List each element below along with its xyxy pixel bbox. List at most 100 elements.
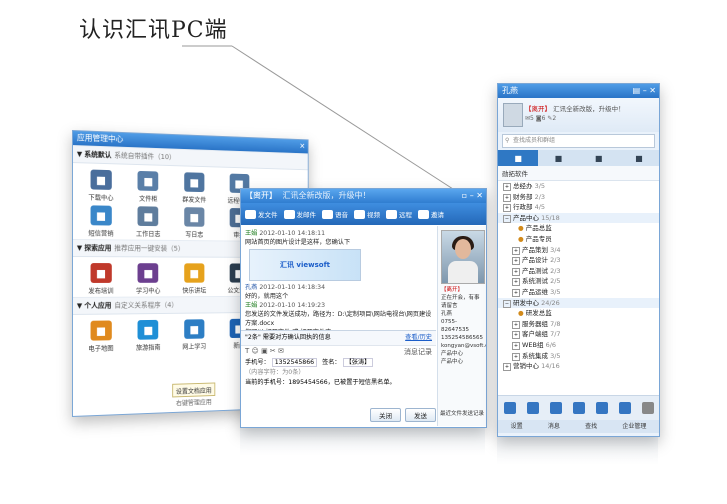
toolbar-button[interactable]: 远程: [386, 209, 412, 219]
expand-icon[interactable]: −: [503, 299, 511, 308]
contact-member[interactable]: ● 产品专员: [498, 234, 659, 245]
contacts-titlebar[interactable]: 孔燕 ▤ – ✕: [498, 84, 659, 98]
expand-icon[interactable]: +: [512, 288, 520, 297]
window-controls-icon[interactable]: ▫ – ✕: [462, 189, 483, 203]
tooltip-sub: 右键管理应用: [175, 397, 212, 408]
expand-icon[interactable]: +: [503, 204, 511, 213]
expand-icon[interactable]: +: [512, 331, 520, 340]
bottom-bar-item[interactable]: 查找: [585, 420, 597, 433]
app-item[interactable]: ■ 旅游指南: [125, 319, 172, 352]
app-item[interactable]: ■ 短信营销: [77, 205, 125, 237]
contact-group[interactable]: + 财务部 2/3: [498, 192, 659, 203]
my-signature[interactable]: 汇讯全新改版，升级中！: [553, 105, 625, 113]
sms-icon[interactable]: ✉: [278, 347, 284, 355]
app-item[interactable]: ■ 下载中心: [77, 169, 125, 202]
bottom-bar-item[interactable]: 企业管理: [622, 420, 646, 433]
contact-group[interactable]: + 系统测试 2/5: [498, 276, 659, 287]
expand-icon[interactable]: +: [503, 363, 511, 372]
expand-icon[interactable]: +: [512, 278, 520, 287]
close-button[interactable]: 关闭: [370, 408, 401, 422]
contact-group[interactable]: + 产品设计 2/3: [498, 255, 659, 266]
app-dock-icon[interactable]: [572, 402, 585, 414]
contact-group[interactable]: + WEB组 6/6: [498, 340, 659, 351]
app-item[interactable]: ■ 工作日志: [125, 206, 172, 238]
expand-icon[interactable]: +: [512, 352, 520, 361]
contact-group[interactable]: + 行政部 4/5: [498, 202, 659, 213]
chat-titlebar[interactable]: 【离开】 汇讯全新改版，升级中！ ▫ – ✕: [241, 189, 486, 203]
contact-group[interactable]: + 产品策划 3/4: [498, 245, 659, 256]
person-icon: ●: [518, 234, 524, 243]
contact-group[interactable]: + 服务器组 7/8: [498, 319, 659, 330]
expand-icon[interactable]: +: [503, 193, 511, 202]
contact-group[interactable]: − 产品中心 15/18: [498, 212, 659, 224]
message-icon[interactable]: ■: [619, 150, 659, 166]
search-input[interactable]: ⚲ 查找成员和群组: [502, 134, 655, 148]
phone-input[interactable]: 1352545866: [271, 358, 318, 367]
contact-group[interactable]: + 产品运维 3/5: [498, 287, 659, 298]
expand-icon[interactable]: +: [512, 257, 520, 266]
contact-tree: + 总经办 3/5 + 财务部 2/3 + 行政部 4/5− 产品中心 15/18 ● 产品总…: [498, 181, 659, 395]
bottom-bar-item[interactable]: 消息: [548, 420, 560, 433]
contact-group[interactable]: + 客户端组 7/7: [498, 329, 659, 340]
profile-phone: 0755-82647535: [441, 319, 469, 333]
sms-panel: "2条" 需要对方确认回执的信息 查看/历史: [241, 330, 436, 345]
sms-history-link[interactable]: 查看/历史: [405, 333, 432, 343]
avatar[interactable]: [503, 103, 523, 127]
app-item[interactable]: ■ 快乐讲坛: [171, 263, 216, 294]
message-header: 孔燕 2012-01-10 14:18:34: [245, 284, 326, 291]
contact-group[interactable]: − 研发中心 24/26: [498, 297, 659, 309]
image-icon[interactable]: ▣: [261, 347, 268, 355]
app-dock-icon[interactable]: [526, 402, 539, 414]
contact-group[interactable]: + 营销中心 14/16: [498, 361, 659, 372]
history-button[interactable]: 消息记录: [404, 347, 432, 357]
app-item[interactable]: ■ 文件柜: [125, 170, 172, 203]
contact-tabs: ■ ■ ■ ■: [498, 150, 659, 166]
toolbar-icon: [283, 209, 295, 219]
recent-files-link[interactable]: 最近文件发送记录: [440, 410, 484, 418]
bottom-bar-item[interactable]: 设置: [511, 420, 523, 433]
toolbar-button[interactable]: 发邮件: [283, 209, 316, 219]
message-image[interactable]: 汇讯 viewsoft: [249, 249, 361, 281]
group-icon[interactable]: ■: [538, 150, 578, 166]
window-controls-icon[interactable]: ▤ – ✕: [633, 84, 656, 98]
expand-icon[interactable]: +: [512, 320, 520, 329]
contacts-icon[interactable]: ■: [498, 150, 539, 166]
forum-icon: ■: [184, 263, 205, 283]
app-dock-icon[interactable]: [595, 402, 608, 414]
app-item[interactable]: ■ 写日志: [171, 207, 216, 239]
cut-icon[interactable]: ✂: [270, 347, 276, 355]
send-button[interactable]: 发送: [405, 408, 436, 422]
contact-group[interactable]: + 系统集成 3/5: [498, 351, 659, 362]
app-item[interactable]: ■ 网上学习: [171, 319, 216, 351]
chat-icon[interactable]: ■: [579, 150, 619, 166]
toolbar-icon: [418, 209, 429, 219]
toolbar-button[interactable]: 发文件: [245, 209, 278, 219]
chat-window: 【离开】 汇讯全新改版，升级中！ ▫ – ✕ 发文件 发邮件 语音 视频 远程 邀请 王娟…: [240, 188, 487, 428]
expand-icon[interactable]: +: [512, 341, 520, 350]
app-dock-icon[interactable]: [503, 402, 516, 414]
app-dock-icon[interactable]: [641, 402, 654, 414]
toolbar-button[interactable]: 语音: [322, 209, 348, 219]
expand-icon[interactable]: −: [503, 214, 511, 223]
contact-member[interactable]: ● 产品总监: [498, 223, 659, 234]
font-icon[interactable]: T: [245, 347, 249, 355]
app-item[interactable]: ■ 群发文件: [171, 172, 216, 204]
sign-select[interactable]: 【张涛】: [342, 358, 374, 367]
contact-group[interactable]: + 总经办 3/5: [498, 181, 659, 192]
expand-icon[interactable]: +: [512, 267, 520, 276]
emoji-icon[interactable]: ☺: [252, 347, 259, 355]
app-item[interactable]: ■ 学习中心: [125, 263, 172, 295]
app-item[interactable]: ■ 电子地图: [77, 320, 125, 353]
expand-icon[interactable]: +: [503, 183, 511, 191]
my-status[interactable]: 【离开】 汇讯全新改版，升级中！: [525, 103, 625, 113]
toolbar-button[interactable]: 视频: [354, 209, 380, 219]
app-dock-icon[interactable]: [549, 402, 562, 414]
expand-icon[interactable]: +: [512, 246, 520, 255]
contact-member[interactable]: ● 研发总监: [498, 308, 659, 319]
contact-group[interactable]: + 产品测试 2/3: [498, 266, 659, 277]
toolbar-button[interactable]: 邀请: [418, 209, 444, 219]
travel-icon: ■: [137, 319, 159, 340]
app-dock-icon[interactable]: [618, 402, 631, 414]
app-item[interactable]: ■ 发布培训: [77, 263, 125, 295]
close-icon[interactable]: ✕: [299, 140, 305, 153]
